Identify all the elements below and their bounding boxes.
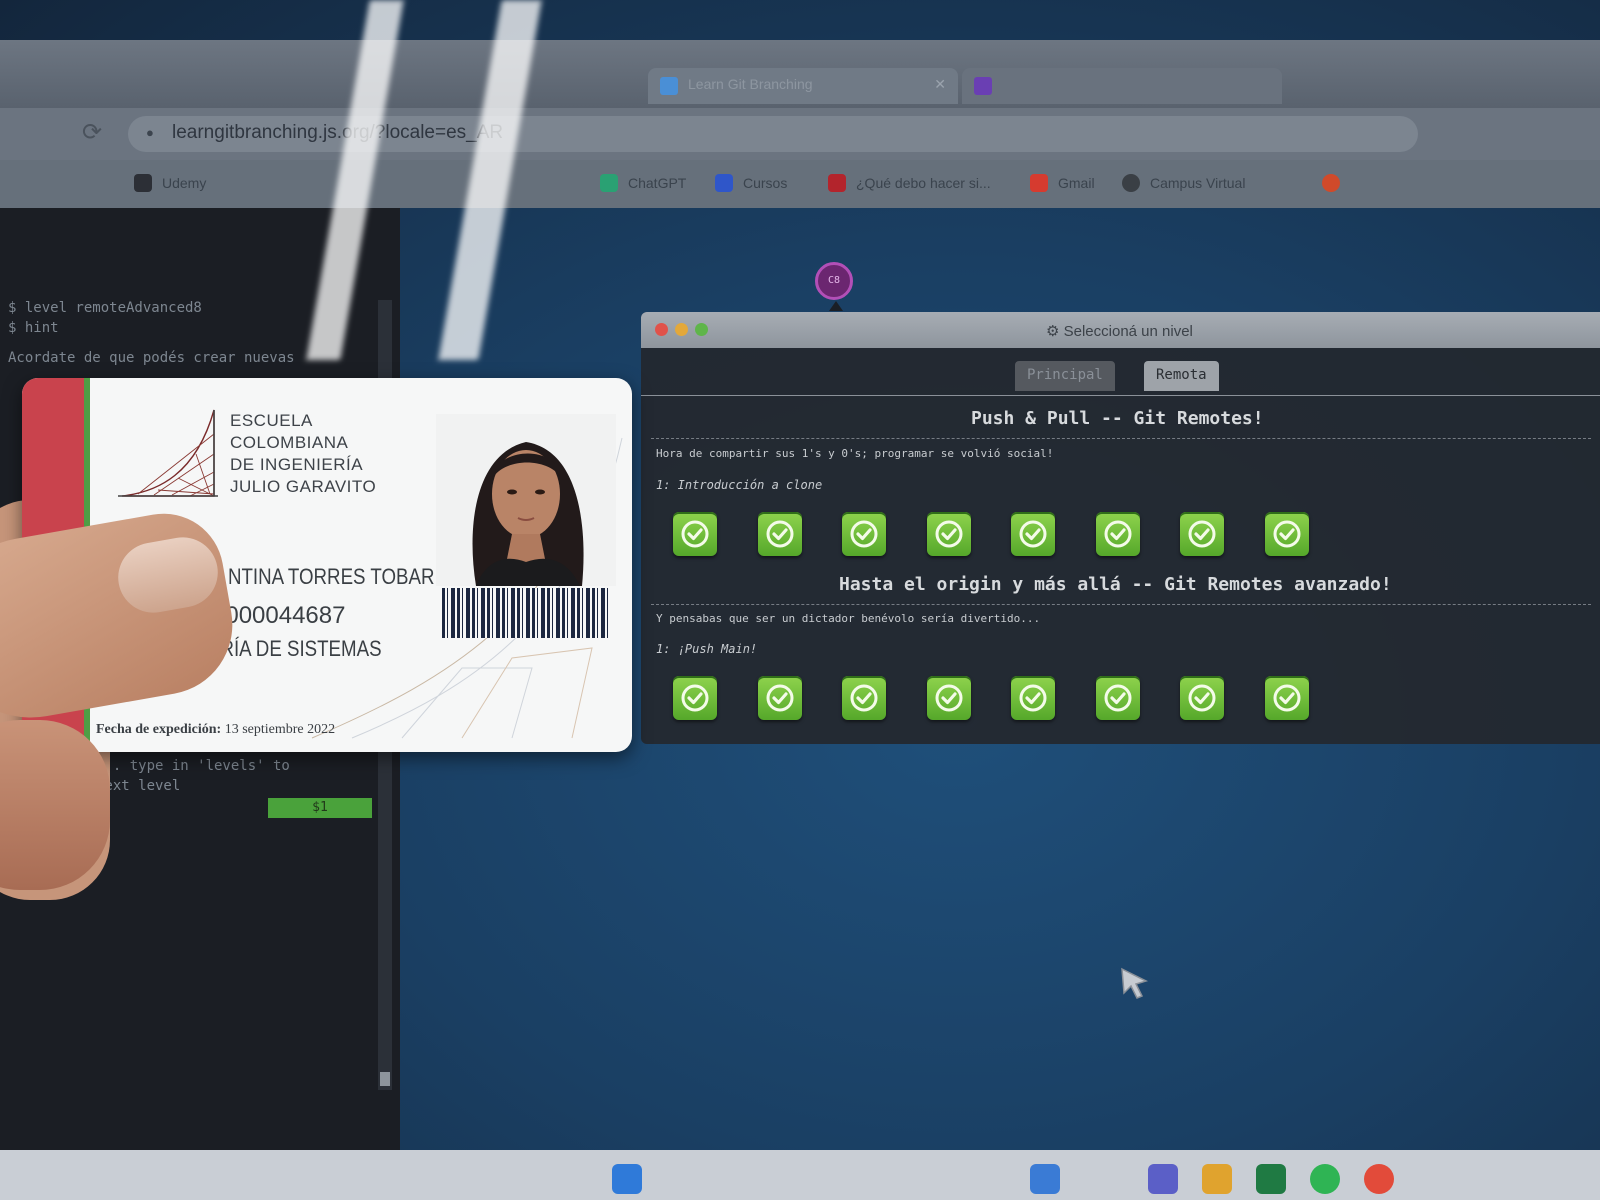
level-tabs: Principal Remota (641, 348, 1600, 396)
gmail-icon (1030, 174, 1048, 192)
level-button-completed[interactable] (842, 512, 886, 556)
checkmark-icon (1273, 520, 1300, 548)
level-button-completed[interactable] (1095, 676, 1140, 720)
terminal-status-badge: $1 (268, 798, 372, 818)
gear-icon: ⚙ (1046, 323, 1064, 340)
checkmark-icon (935, 684, 962, 712)
level-button-completed[interactable] (757, 676, 802, 720)
student-program: ERÍA DE SISTEMAS (208, 636, 382, 661)
level-button-completed[interactable] (1011, 512, 1055, 556)
close-window-icon[interactable] (655, 323, 668, 336)
os-taskbar (0, 1150, 1600, 1200)
level-subtitle: 1: Introducción a clone (656, 478, 823, 492)
checkmark-icon (681, 684, 709, 712)
close-tab-icon[interactable]: ✕ (934, 76, 946, 93)
terminal-line: $ level remoteAdvanced8 (8, 300, 202, 316)
level-button-completed[interactable] (1180, 512, 1224, 556)
sequence-description: Y pensabas que ser un dictador benévolo … (656, 612, 1041, 625)
udemy-icon (134, 174, 152, 192)
checkmark-icon (766, 520, 793, 548)
level-button-completed[interactable] (926, 512, 971, 556)
teams-icon[interactable] (1148, 1164, 1178, 1194)
terminal-line: Acordate de que podés crear nuevas (8, 350, 295, 366)
checkmark-icon (1188, 520, 1216, 548)
bookmark-favicon-icon (1322, 174, 1340, 192)
sequence-title: Push & Pull -- Git Remotes! (971, 408, 1264, 429)
bookmark-chatgpt[interactable]: ChatGPT (600, 174, 686, 192)
school-name: ESCUELA COLOMBIANA DE INGENIERÍA JULIO G… (230, 411, 377, 496)
bookmark-gmail[interactable]: Gmail (1030, 174, 1095, 192)
folder-icon[interactable] (1202, 1164, 1232, 1194)
bookmark-cursos[interactable]: Cursos (715, 174, 787, 192)
checkmark-icon (1188, 684, 1216, 712)
checkmark-icon (1019, 520, 1047, 548)
sequence-description: Hora de compartir sus 1's y 0's; program… (656, 447, 1054, 460)
sequence-title: Hasta el origin y más allá -- Git Remote… (839, 574, 1392, 595)
divider (651, 438, 1591, 439)
issue-date: Fecha de expedición: 13 septiembre 2022 (96, 722, 336, 737)
student-photo (436, 414, 616, 586)
terminal-line: ... type in 'levels' to (96, 758, 290, 774)
terminal-line: $ hint (8, 320, 59, 336)
level-button-completed[interactable] (1011, 676, 1055, 720)
level-select-dialog: ⚙ Seleccioná un nivel Principal Remota P… (641, 312, 1600, 744)
commit-node: C8 (815, 262, 853, 311)
dialog-titlebar: ⚙ Seleccioná un nivel (641, 312, 1600, 348)
spotify-icon[interactable] (1310, 1164, 1340, 1194)
checkmark-icon (850, 520, 878, 548)
lock-icon: ● (146, 125, 154, 140)
chrome-icon[interactable] (1364, 1164, 1394, 1194)
level-subtitle: 1: ¡Push Main! (656, 642, 758, 656)
start-menu-icon[interactable] (612, 1164, 642, 1194)
bookmark-que-debo-hacer[interactable]: ¿Qué debo hacer si... (828, 174, 991, 192)
taskbar-app-icon[interactable] (1030, 1164, 1060, 1194)
checkmark-icon (681, 520, 709, 548)
bookmarks-bar: Udemy ChatGPT Cursos ¿Qué debo hacer si.… (0, 160, 1600, 208)
school-logo-icon (118, 409, 218, 497)
address-bar-url: learngitbranching.js.org/?locale=es_AR (172, 122, 504, 143)
terminal-scrollbar-thumb[interactable] (380, 1072, 390, 1086)
browser-tab-learngitbranching[interactable]: Learn Git Branching ✕ (648, 68, 958, 104)
mouse-cursor-icon (1121, 967, 1149, 999)
barcode (442, 588, 608, 638)
level-button-completed[interactable] (1095, 512, 1140, 556)
level-button-completed[interactable] (673, 512, 717, 556)
reload-icon[interactable]: ⟳ (82, 118, 102, 146)
bookmark-campus-virtual[interactable]: Campus Virtual (1122, 174, 1245, 192)
globe-icon (1122, 174, 1140, 192)
bookmark-last[interactable] (1322, 174, 1350, 192)
level-button-completed[interactable] (757, 512, 802, 556)
checkmark-icon (1273, 684, 1300, 712)
level-button-completed[interactable] (842, 676, 886, 720)
excel-icon[interactable] (1256, 1164, 1286, 1194)
minimize-window-icon[interactable] (675, 323, 688, 336)
checkmark-icon (1104, 684, 1131, 712)
tab-principal[interactable]: Principal (1015, 361, 1115, 391)
level-button-completed[interactable] (1264, 676, 1309, 720)
yahoo-favicon-icon (974, 77, 992, 95)
checkmark-icon (766, 684, 793, 712)
address-bar[interactable]: ● learngitbranching.js.org/?locale=es_AR (128, 116, 1418, 152)
learngitbranching-favicon-icon (660, 77, 678, 95)
level-button-completed[interactable] (673, 676, 717, 720)
checkmark-icon (1019, 684, 1047, 712)
tab-remota[interactable]: Remota (1144, 361, 1219, 391)
checkmark-icon (850, 684, 878, 712)
finger (0, 720, 110, 890)
level-button-completed[interactable] (926, 676, 971, 720)
checkmark-icon (935, 520, 962, 548)
level-button-completed[interactable] (1264, 512, 1309, 556)
dialog-title: ⚙ Seleccioná un nivel (1046, 323, 1193, 340)
checkmark-icon (1104, 520, 1131, 548)
level-button-completed[interactable] (1180, 676, 1224, 720)
divider (651, 604, 1591, 605)
tab-label: Learn Git Branching (688, 76, 813, 92)
alert-icon (828, 174, 846, 192)
maximize-window-icon[interactable] (695, 323, 708, 336)
student-name: NTINA TORRES TOBAR (228, 564, 435, 589)
cursos-icon (715, 174, 733, 192)
bookmark-udemy[interactable]: Udemy (134, 174, 206, 192)
chatgpt-icon (600, 174, 618, 192)
browser-tab-second[interactable] (962, 68, 1282, 104)
